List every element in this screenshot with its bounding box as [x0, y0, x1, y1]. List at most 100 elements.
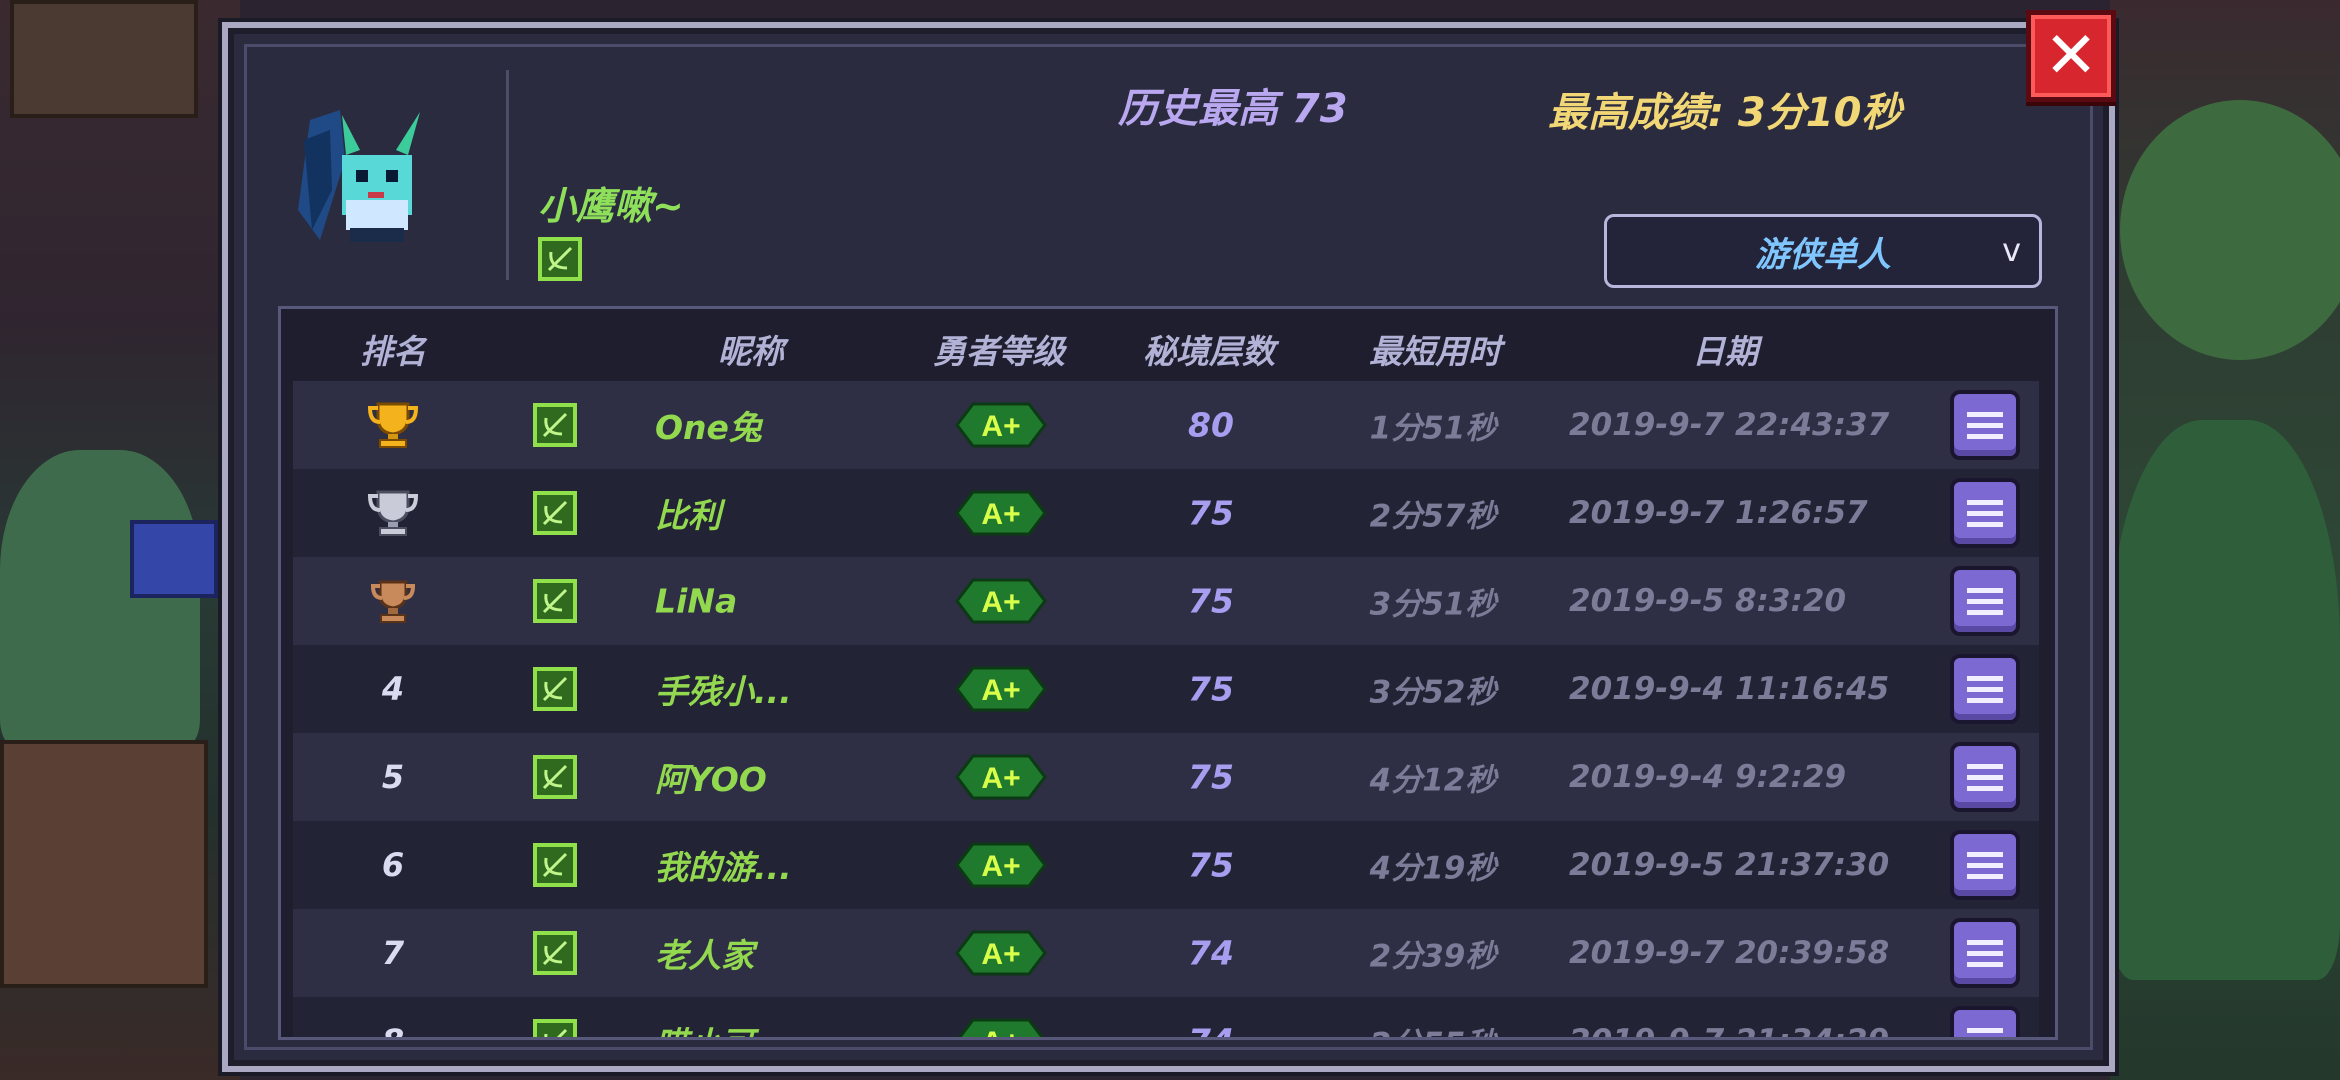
best-time-value: 3分52秒: [1369, 674, 1497, 711]
player-nickname: 我的游...: [655, 848, 792, 887]
date-value: 2019-9-4 11:16:45: [1569, 671, 1890, 707]
archer-bow-icon: [533, 755, 577, 799]
close-button[interactable]: ✕: [2026, 10, 2116, 102]
history-best-label: 历史最高 73: [1118, 86, 1348, 132]
details-menu-button[interactable]: [1950, 654, 2020, 724]
player-nickname: LiNa: [655, 581, 738, 621]
player-nickname: 老人家: [655, 936, 754, 975]
floors-value: 74: [1188, 1022, 1234, 1038]
player-nickname: 手残小...: [655, 672, 792, 711]
date-value: 2019-9-7 21:34:29: [1569, 1023, 1889, 1037]
floors-value: 75: [1188, 493, 1234, 533]
background-grass: [2110, 420, 2340, 980]
table-row[interactable]: 4 手残小... A+ 75 3分52秒 2019-9-4 11:16:45: [293, 645, 2039, 733]
hero-level-badge-icon: A+: [953, 752, 1049, 802]
floors-value: 75: [1188, 581, 1234, 621]
archer-bow-icon: [533, 843, 577, 887]
hero-level-badge-icon: A+: [953, 840, 1049, 890]
svg-text:A+: A+: [981, 938, 1020, 971]
archer-bow-icon: [533, 579, 577, 623]
table-row[interactable]: 7 老人家 A+ 74 2分39秒 2019-9-7 20:39:58: [293, 909, 2039, 997]
background-window: [130, 520, 218, 598]
floors-value: 74: [1188, 933, 1234, 973]
details-menu-button[interactable]: [1950, 918, 2020, 988]
floors-value: 75: [1188, 845, 1234, 885]
column-header-date: 日期: [1692, 332, 1758, 371]
date-value: 2019-9-4 9:2:29: [1569, 759, 1847, 795]
table-row[interactable]: 6 我的游... A+ 75 4分19秒 2019-9-5 21:37:30: [293, 821, 2039, 909]
hero-level-badge-icon: A+: [953, 400, 1049, 450]
date-value: 2019-9-7 22:43:37: [1569, 407, 1890, 443]
date-value: 2019-9-5 21:37:30: [1569, 847, 1890, 883]
best-time-value: 1分51秒: [1369, 410, 1497, 447]
table-row[interactable]: 8 喵小可 A+ 74 2分55秒 2019-9-7 21:34:29: [293, 997, 2039, 1040]
table-rows: One兔 A+ 80 1分51秒 2019-9-7 22:43:37 比利 A+…: [293, 381, 2039, 1040]
details-menu-button[interactable]: [1950, 390, 2020, 460]
rank-value: 4: [381, 670, 405, 708]
details-menu-button[interactable]: [1950, 830, 2020, 900]
table-row[interactable]: 5 阿YOO A+ 75 4分12秒 2019-9-4 9:2:29: [293, 733, 2039, 821]
svg-text:A+: A+: [981, 1026, 1020, 1040]
svg-text:A+: A+: [981, 498, 1020, 531]
svg-text:A+: A+: [981, 762, 1020, 795]
table-header: 排名 昵称 勇者等级 秘境层数 最短用时 日期: [281, 309, 2055, 381]
player-nickname: 比利: [655, 496, 721, 535]
background-shack: [0, 740, 208, 988]
column-header-best-time: 最短用时: [1369, 332, 1501, 371]
details-menu-button[interactable]: [1950, 478, 2020, 548]
hero-level-badge-icon: A+: [953, 928, 1049, 978]
background-bush: [0, 450, 200, 750]
column-header-nickname: 昵称: [718, 332, 784, 371]
close-icon: ✕: [2044, 19, 2098, 93]
hero-level-badge-icon: A+: [953, 664, 1049, 714]
best-time-value: 4分12秒: [1369, 762, 1497, 799]
best-score-label: 最高成绩: 3分10秒: [1548, 90, 1902, 136]
background-wall: [10, 0, 198, 118]
svg-text:A+: A+: [981, 674, 1020, 707]
details-menu-button[interactable]: [1950, 566, 2020, 636]
rank-value: 6: [381, 846, 405, 884]
floors-value: 75: [1188, 669, 1234, 709]
player-name: 小鹰嗽~: [538, 184, 684, 228]
bronze-trophy-icon: [366, 572, 420, 630]
archer-bow-icon: [538, 237, 582, 281]
details-menu-button[interactable]: [1950, 1006, 2020, 1037]
rank-value: 8: [382, 1022, 404, 1037]
header-divider: [506, 70, 509, 280]
rank-value: 5: [381, 758, 405, 796]
player-nickname: 喵小可: [655, 1017, 754, 1037]
details-menu-button[interactable]: [1950, 742, 2020, 812]
hero-level-badge-icon: A+: [953, 576, 1049, 626]
rank-value: 7: [381, 934, 405, 972]
table-row[interactable]: 比利 A+ 75 2分57秒 2019-9-7 1:26:57: [293, 469, 2039, 557]
hero-level-badge-icon: A+: [953, 488, 1049, 538]
mode-dropdown-value: 游侠单人: [1755, 234, 1891, 275]
horned-hero-icon: [298, 110, 420, 242]
date-value: 2019-9-7 20:39:58: [1569, 935, 1890, 971]
archer-bow-icon: [533, 491, 577, 535]
svg-text:A+: A+: [981, 586, 1020, 619]
date-value: 2019-9-7 1:26:57: [1569, 495, 1868, 531]
mode-dropdown[interactable]: 游侠单人 v: [1604, 214, 2042, 288]
floors-value: 80: [1188, 405, 1234, 445]
archer-bow-icon: [533, 1019, 577, 1037]
gold-trophy-icon: [366, 396, 420, 454]
best-time-value: 2分57秒: [1369, 498, 1497, 535]
best-time-value: 2分55秒: [1370, 1019, 1497, 1038]
player-nickname: One兔: [655, 408, 762, 447]
best-time-value: 4分19秒: [1369, 850, 1497, 887]
background-tree: [2120, 100, 2340, 360]
archer-bow-icon: [533, 667, 577, 711]
svg-text:A+: A+: [981, 850, 1020, 883]
player-avatar: [290, 100, 430, 250]
floors-value: 75: [1188, 757, 1234, 797]
best-time-value: 2分39秒: [1369, 938, 1497, 975]
svg-text:A+: A+: [981, 410, 1020, 443]
date-value: 2019-9-5 8:3:20: [1569, 583, 1847, 619]
archer-bow-icon: [533, 931, 577, 975]
table-row[interactable]: LiNa A+ 75 3分51秒 2019-9-5 8:3:20: [293, 557, 2039, 645]
archer-bow-icon: [533, 403, 577, 447]
table-row[interactable]: One兔 A+ 80 1分51秒 2019-9-7 22:43:37: [293, 381, 2039, 469]
hero-level-badge-icon: A+: [953, 1016, 1049, 1040]
column-header-rank: 排名: [360, 332, 426, 371]
